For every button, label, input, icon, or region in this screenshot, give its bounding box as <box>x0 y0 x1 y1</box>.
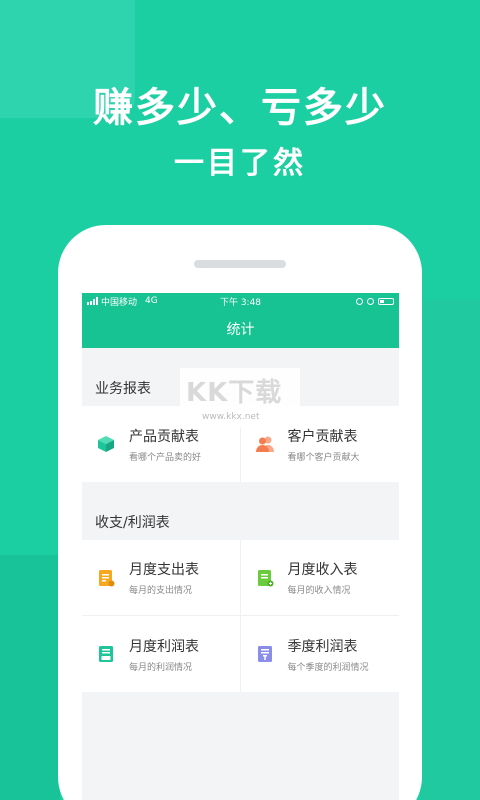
item-description: 每个季度的利润情况 <box>287 662 369 673</box>
finance-report-grid: 月度支出表 每月的支出情况 月度收入表 每月的收入情况 月度利润表 每月的利润情… <box>82 540 399 692</box>
item-label: 产品贡献表 <box>129 428 199 445</box>
item-description: 看哪个产品卖的好 <box>129 452 202 463</box>
battery-icon <box>378 297 394 305</box>
customers-icon <box>255 436 274 452</box>
background-shape <box>0 555 60 800</box>
cube-icon <box>98 436 114 452</box>
promo-subline: 一目了然 <box>174 146 306 181</box>
monthly-profit-icon <box>99 646 113 662</box>
item-label: 月度收入表 <box>287 562 358 578</box>
item-description: 每月的收入情况 <box>287 586 351 596</box>
status-bar: 中国移动 4G 下午 3:48 <box>82 293 399 309</box>
item-description: 每月的支出情况 <box>129 586 193 596</box>
promo-headline: 赚多少、亏多少 <box>93 85 387 131</box>
item-label: 月度支出表 <box>129 562 199 578</box>
item-description: 每月的利润情况 <box>129 662 193 673</box>
quarterly-profit-item[interactable]: 季度利润表 每个季度的利润情况 <box>241 616 400 692</box>
watermark-url: www.kkx.net <box>202 412 260 422</box>
quarterly-profit-icon <box>257 646 272 662</box>
monthly-profit-item[interactable]: 月度利润表 每月的利润情况 <box>82 616 241 692</box>
status-time: 下午 3:48 <box>219 298 262 308</box>
expense-doc-icon <box>99 569 115 586</box>
monthly-expense-item[interactable]: 月度支出表 每月的支出情况 <box>82 540 241 616</box>
item-label: 月度利润表 <box>129 638 199 655</box>
item-label: 客户贡献表 <box>287 428 358 445</box>
section-title-finance: 收支/利润表 <box>95 515 170 531</box>
monthly-income-item[interactable]: 月度收入表 每月的收入情况 <box>240 540 399 616</box>
background-shape <box>420 300 480 800</box>
watermark-text: KK下载 <box>186 378 283 408</box>
item-label: 季度利润表 <box>287 638 358 655</box>
page-title: 统计 <box>226 321 255 338</box>
item-description: 看哪个客户贡献大 <box>287 452 360 463</box>
income-doc-icon <box>257 569 273 586</box>
nav-bar: 统计 <box>82 309 399 348</box>
phone-speaker <box>194 260 286 268</box>
watermark: KK下载 www.kkx.net <box>180 368 300 428</box>
